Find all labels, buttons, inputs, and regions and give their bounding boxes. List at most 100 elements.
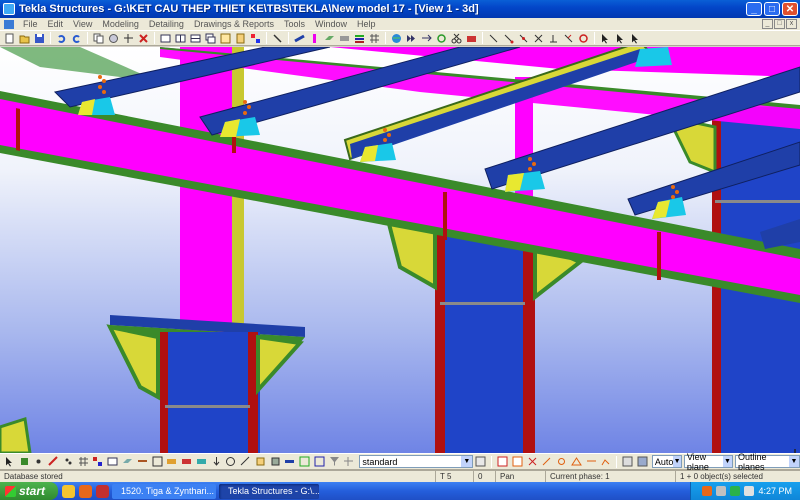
report-icon[interactable] <box>234 32 247 44</box>
snap-end-icon[interactable] <box>502 32 515 44</box>
select-grid-icon[interactable] <box>77 456 90 468</box>
chevron-down-icon[interactable]: ▼ <box>461 456 473 467</box>
select-detail-icon[interactable] <box>224 456 237 468</box>
select-objects-in-assemblies-icon[interactable] <box>313 456 326 468</box>
select-components-icon[interactable] <box>92 456 105 468</box>
menu-drawings-reports[interactable]: Drawings & Reports <box>189 19 279 29</box>
open-folder-icon[interactable] <box>18 32 31 44</box>
select-pointer-icon[interactable] <box>599 32 612 44</box>
maximize-button[interactable]: □ <box>764 2 780 16</box>
mdi-minimize-button[interactable]: _ <box>762 19 773 29</box>
select-planes-icon[interactable] <box>121 456 134 468</box>
select-bolts-icon[interactable] <box>62 456 75 468</box>
double-arrow-icon[interactable] <box>420 32 433 44</box>
globe-icon[interactable] <box>390 32 403 44</box>
select-cut-icon[interactable] <box>180 456 193 468</box>
quick-launch-app-icon[interactable] <box>96 484 109 498</box>
snap-endpoint-icon[interactable] <box>540 456 553 468</box>
snap-tangent-icon[interactable] <box>600 456 613 468</box>
delete-icon[interactable] <box>137 32 150 44</box>
snap-depth-select[interactable]: Auto ▼ <box>651 455 682 468</box>
select-assembly-filter-icon[interactable] <box>151 456 164 468</box>
select-grids-icon[interactable] <box>343 456 356 468</box>
plane-select[interactable]: View plane ▼ <box>683 452 733 472</box>
snap-geometry-icon[interactable] <box>511 456 524 468</box>
select-assembly-icon[interactable] <box>629 32 642 44</box>
refresh-icon[interactable] <box>435 32 448 44</box>
menu-modeling[interactable]: Modeling <box>97 19 144 29</box>
snap-center-icon[interactable] <box>555 456 568 468</box>
plate-icon[interactable] <box>323 32 336 44</box>
select-welds-icon[interactable] <box>47 456 60 468</box>
snap-extension-icon[interactable] <box>585 456 598 468</box>
save-icon[interactable] <box>33 32 46 44</box>
concrete-icon[interactable] <box>338 32 351 44</box>
taskbar-item-tekla[interactable]: Tekla Structures - G:\... <box>219 483 319 499</box>
taskbar-item-firefox[interactable]: 1520. Tiga & Zynthari... <box>112 483 216 499</box>
select-seam-icon[interactable] <box>239 456 252 468</box>
snap-ref-icon[interactable] <box>496 456 509 468</box>
grid-icon[interactable] <box>368 32 381 44</box>
filter-options-icon[interactable] <box>474 456 487 468</box>
cut-icon[interactable] <box>450 32 463 44</box>
network-icon[interactable] <box>716 486 727 496</box>
mdi-restore-button[interactable]: □ <box>774 19 785 29</box>
menu-tools[interactable]: Tools <box>279 19 310 29</box>
new-model-icon[interactable] <box>3 32 16 44</box>
sphere-icon[interactable] <box>107 32 120 44</box>
select-object-icon[interactable] <box>269 456 282 468</box>
start-button[interactable]: start <box>0 482 58 500</box>
undo-icon[interactable] <box>55 32 68 44</box>
snap-intersect-icon[interactable] <box>532 32 545 44</box>
snap-settings-icon[interactable] <box>621 456 634 468</box>
menu-view[interactable]: View <box>68 19 97 29</box>
view-grid-icon[interactable] <box>189 32 202 44</box>
security-icon[interactable] <box>730 486 741 496</box>
select-assemblies-icon[interactable] <box>284 456 297 468</box>
emoticon-icon[interactable] <box>62 484 75 498</box>
select-all-icon[interactable] <box>3 456 16 468</box>
column-icon[interactable] <box>308 32 321 44</box>
snap-mid-icon[interactable] <box>517 32 530 44</box>
mdi-close-button[interactable]: x <box>786 19 797 29</box>
snap-perp-icon[interactable] <box>547 32 560 44</box>
clock[interactable]: 4:27 PM <box>758 486 792 496</box>
snap-line-icon[interactable] <box>487 32 500 44</box>
menu-edit[interactable]: Edit <box>43 19 69 29</box>
select-reinforcement-icon[interactable] <box>136 456 149 468</box>
view-tile-icon[interactable] <box>174 32 187 44</box>
move-icon[interactable] <box>122 32 135 44</box>
select-objects-in-components-icon[interactable] <box>298 456 311 468</box>
select-parts-filter-icon[interactable] <box>18 456 31 468</box>
selection-filter-select[interactable]: standard ▼ <box>359 455 474 468</box>
tray-app-icon[interactable] <box>702 486 713 496</box>
redo-icon[interactable] <box>70 32 83 44</box>
snap-nearest-icon[interactable] <box>562 32 575 44</box>
chevron-down-icon[interactable]: ▼ <box>722 456 732 467</box>
tekla-app-icon[interactable] <box>3 3 15 15</box>
volume-icon[interactable] <box>744 486 755 496</box>
snap-override-icon[interactable] <box>636 456 649 468</box>
firefox-icon[interactable] <box>79 484 92 498</box>
document-icon[interactable] <box>4 19 14 29</box>
view-single-icon[interactable] <box>159 32 172 44</box>
minimize-button[interactable]: _ <box>746 2 762 16</box>
select-connection-icon[interactable] <box>254 456 267 468</box>
select-load-icon[interactable] <box>210 456 223 468</box>
close-button[interactable]: ✕ <box>782 2 798 16</box>
view-cascade-icon[interactable] <box>204 32 217 44</box>
arrow-icon[interactable] <box>271 32 284 44</box>
chevron-down-icon[interactable]: ▼ <box>673 456 681 467</box>
beam-icon[interactable] <box>293 32 306 44</box>
outline-select[interactable]: Outline planes ▼ <box>735 452 800 472</box>
snap-midpoint-icon[interactable] <box>570 456 583 468</box>
menu-window[interactable]: Window <box>310 19 352 29</box>
fast-forward-icon[interactable] <box>405 32 418 44</box>
drawing-icon[interactable] <box>219 32 232 44</box>
snap-any-icon[interactable] <box>577 32 590 44</box>
select-filter-icon[interactable] <box>328 456 341 468</box>
snap-point-icon[interactable] <box>526 456 539 468</box>
model-view-3d[interactable] <box>0 47 800 453</box>
menu-file[interactable]: File <box>18 19 43 29</box>
copy-icon[interactable] <box>92 32 105 44</box>
